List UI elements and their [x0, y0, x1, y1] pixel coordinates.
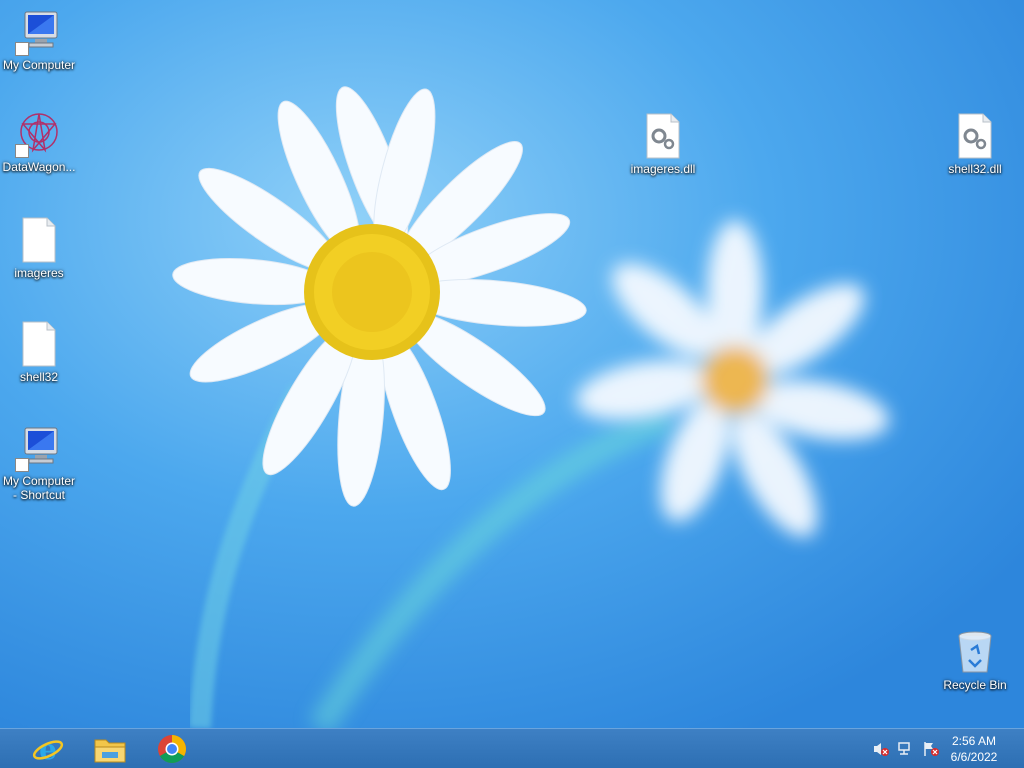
computer-icon: [15, 424, 63, 472]
desktop-icon-imageres-dll[interactable]: imageres.dll: [624, 112, 702, 176]
desktop-icon-recycle-bin[interactable]: Recycle Bin: [936, 628, 1014, 692]
clock-date: 6/6/2022: [950, 750, 998, 764]
svg-text:e: e: [39, 733, 57, 765]
desktop-icon-shell32[interactable]: shell32: [0, 320, 78, 384]
action-center-flag-icon[interactable]: [922, 741, 940, 757]
computer-icon: [15, 8, 63, 56]
desktop-icon-datawagon[interactable]: DataWagon...: [0, 110, 78, 174]
desktop-icon-label: Recycle Bin: [943, 678, 1007, 692]
desktop-icon-label: My Computer - Shortcut: [2, 474, 76, 502]
desktop-icon-shell32-dll[interactable]: shell32.dll: [936, 112, 1014, 176]
chrome-icon: [158, 735, 186, 763]
taskbar-clock[interactable]: 2:56 AM 6/6/2022: [944, 733, 1004, 765]
taskbar-pinned-chrome[interactable]: [142, 731, 202, 767]
blank-file-icon: [15, 216, 63, 264]
desktop-icon-label: DataWagon...: [2, 160, 76, 174]
desktop-icon-label: imageres.dll: [630, 162, 696, 176]
desktop-icon-label: My Computer: [2, 58, 76, 72]
clock-time: 2:56 AM: [951, 734, 997, 748]
shortcut-arrow-icon: [15, 42, 29, 56]
taskbar-pinned-internet-explorer[interactable]: e: [18, 731, 78, 767]
shortcut-arrow-icon: [15, 144, 29, 158]
desktop-wallpaper: [0, 0, 1024, 728]
desktop-icon-my-computer[interactable]: My Computer: [0, 8, 78, 72]
taskbar: e 2:56 AM 6/6/2022: [0, 728, 1024, 768]
taskbar-pinned-file-explorer[interactable]: [80, 731, 140, 767]
shortcut-arrow-icon: [15, 458, 29, 472]
file-explorer-icon: [94, 739, 126, 763]
desktop-icon-label: shell32.dll: [948, 162, 1002, 176]
recycle-bin-icon: [951, 628, 999, 676]
dll-file-icon: [639, 112, 687, 160]
network-icon[interactable]: [897, 741, 915, 757]
volume-muted-icon[interactable]: [872, 741, 890, 757]
datawagon-icon: [15, 110, 63, 158]
blank-file-icon: [15, 320, 63, 368]
desktop-icon-label: shell32: [19, 370, 59, 384]
desktop-icon-label: imageres: [14, 266, 64, 280]
desktop-icon-imageres[interactable]: imageres: [0, 216, 78, 280]
dll-file-icon: [951, 112, 999, 160]
internet-explorer-icon: e: [32, 733, 64, 765]
desktop-icon-my-computer-shortcut[interactable]: My Computer - Shortcut: [0, 424, 78, 502]
